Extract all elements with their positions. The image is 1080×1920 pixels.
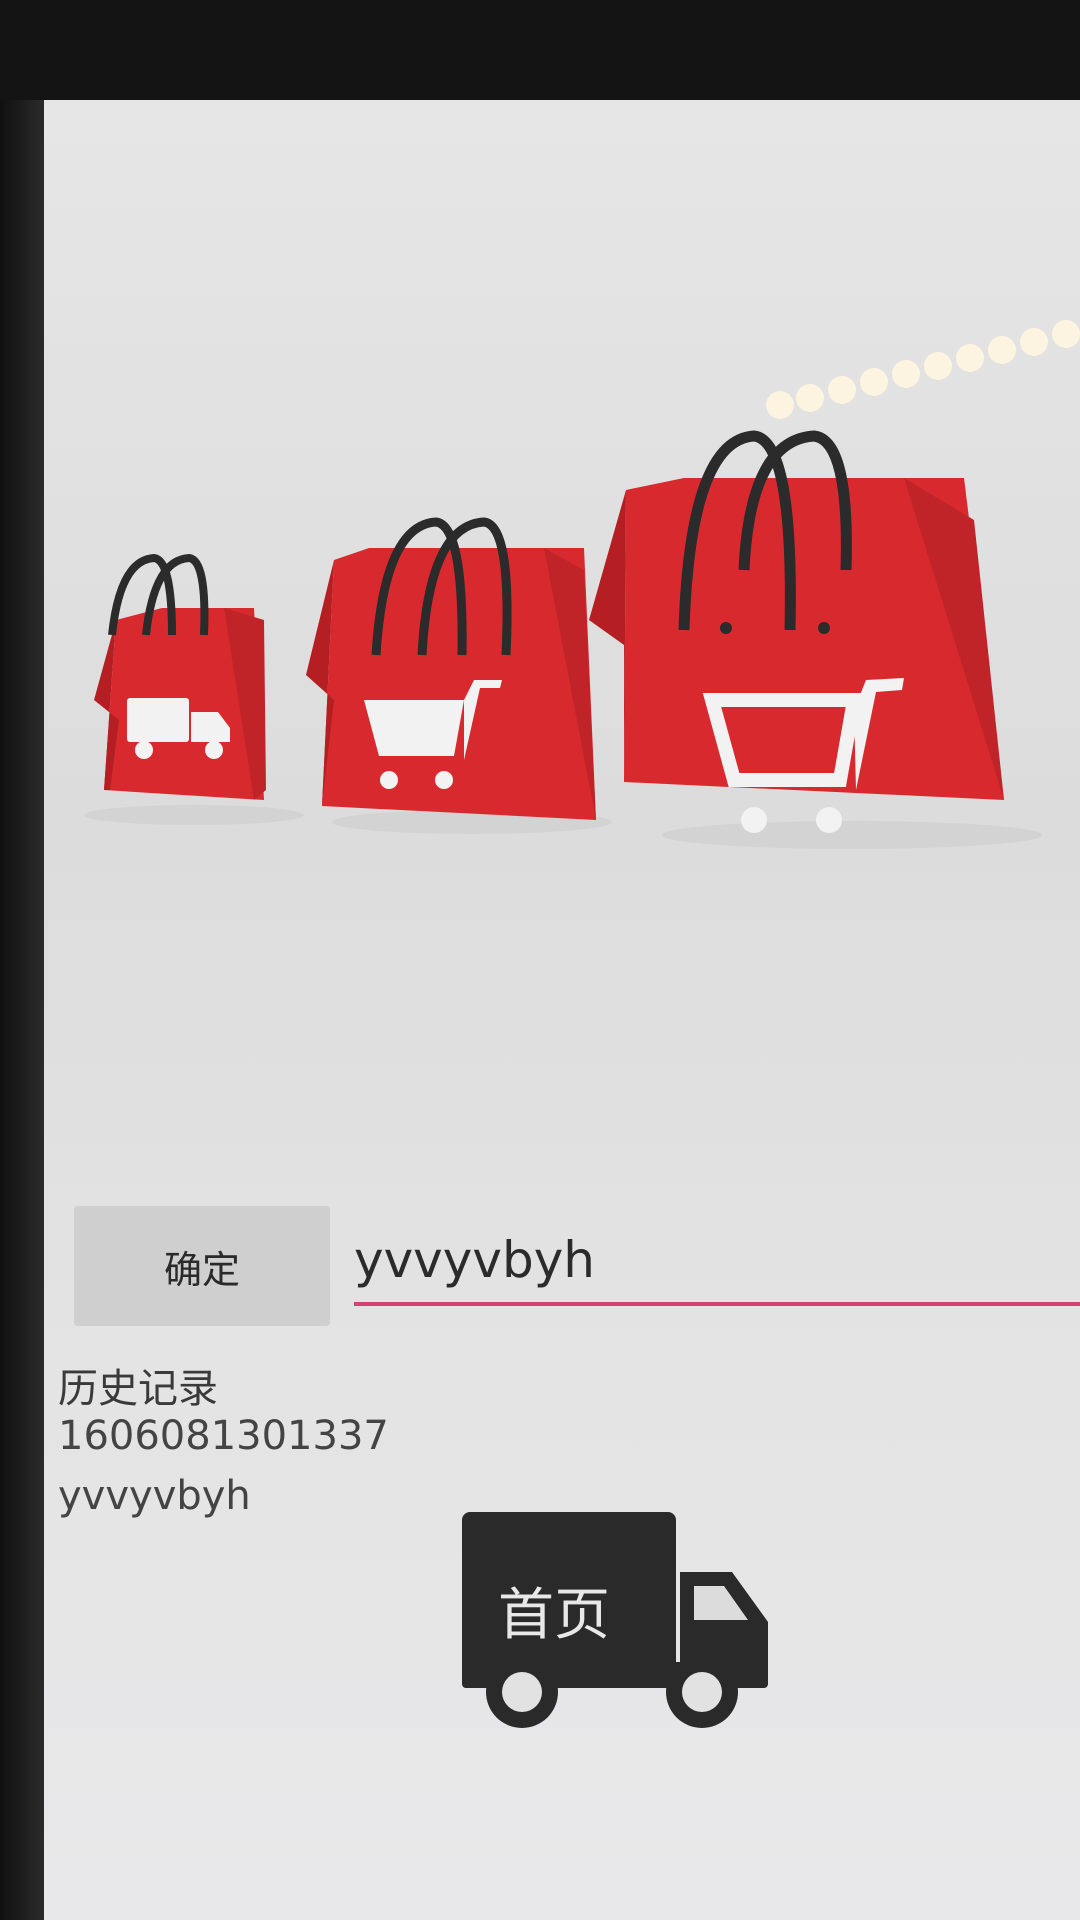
banner-image bbox=[44, 100, 1080, 940]
search-input[interactable] bbox=[354, 1220, 1080, 1300]
shopping-bag-medium bbox=[306, 517, 596, 820]
top-bezel bbox=[0, 0, 1080, 100]
history-item[interactable]: yvvyvbyh bbox=[58, 1466, 389, 1526]
confirm-button[interactable]: 确定 bbox=[74, 1206, 330, 1326]
app-screen: 确定 历史记录 1606081301337 yvvyvbyh 首页 bbox=[44, 100, 1080, 1920]
search-field[interactable] bbox=[354, 1220, 1080, 1306]
shopping-bag-small bbox=[94, 553, 266, 800]
history-item[interactable]: 1606081301337 bbox=[58, 1406, 389, 1466]
history-list: 1606081301337 yvvyvbyh bbox=[58, 1406, 389, 1526]
shopping-bag-large bbox=[589, 430, 1004, 833]
screen-glare bbox=[766, 320, 1080, 419]
left-bezel bbox=[0, 100, 44, 1920]
home-label: 首页 bbox=[498, 1583, 610, 1648]
home-button[interactable]: 首页 bbox=[462, 1512, 768, 1730]
